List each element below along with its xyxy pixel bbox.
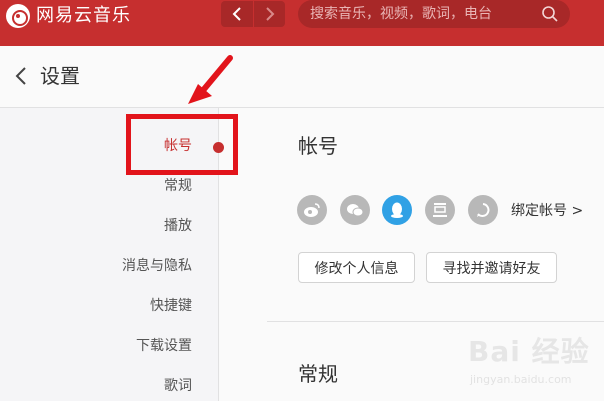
- weibo-icon: [304, 203, 320, 217]
- douban-icon: [433, 203, 447, 217]
- wechat-bind-button[interactable]: [340, 195, 370, 225]
- bind-account-link[interactable]: 绑定帐号 >: [511, 201, 583, 221]
- edit-profile-button[interactable]: 修改个人信息: [298, 252, 415, 283]
- weibo-bind-button[interactable]: [297, 195, 327, 225]
- app-window: 网易云音乐 设置: [0, 0, 604, 401]
- yixin-icon: [477, 203, 490, 217]
- yixin-bind-button[interactable]: [468, 195, 498, 225]
- watermark-url: jingyan.baidu.com: [470, 373, 572, 386]
- general-section-title: 常规: [298, 362, 338, 386]
- baidu-watermark: Bai 经验 jingyan.baidu.com: [462, 335, 600, 397]
- wechat-icon: [347, 204, 364, 217]
- qq-bind-button[interactable]: [382, 195, 412, 225]
- section-divider: [267, 321, 604, 322]
- watermark-text: Bai 经验: [468, 335, 590, 368]
- douban-bind-button[interactable]: [425, 195, 455, 225]
- invite-friends-button[interactable]: 寻找并邀请好友: [426, 252, 557, 283]
- qq-icon: [391, 202, 403, 218]
- account-section-title: 帐号: [298, 134, 338, 158]
